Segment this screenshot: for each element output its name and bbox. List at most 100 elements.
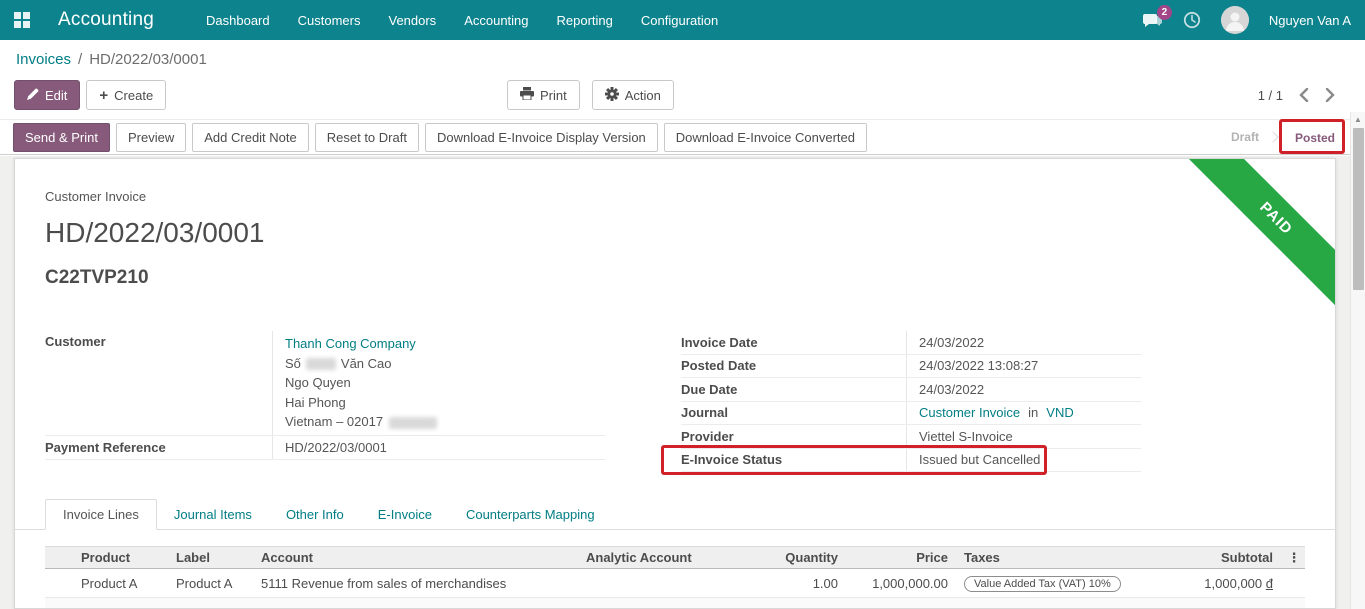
- create-button[interactable]: + Create: [86, 80, 166, 110]
- tax-tag: Value Added Tax (VAT) 10%: [964, 576, 1121, 592]
- statusbar: Send & Print Preview Add Credit Note Res…: [0, 119, 1365, 155]
- einvoice-status-value: Issued but Cancelled: [906, 449, 1141, 472]
- journal-currency-link[interactable]: VND: [1046, 405, 1073, 420]
- user-avatar[interactable]: [1221, 6, 1249, 34]
- customer-link[interactable]: Thanh Cong Company: [285, 336, 416, 351]
- messages-icon[interactable]: 2: [1141, 11, 1163, 29]
- posted-date-label: Posted Date: [681, 358, 906, 373]
- action-button[interactable]: Action: [592, 80, 674, 110]
- einvoice-status-label: E-Invoice Status: [681, 452, 906, 467]
- redaction-blur: [306, 358, 336, 370]
- pager-next-icon[interactable]: [1325, 88, 1335, 102]
- apps-menu-icon[interactable]: [14, 12, 30, 28]
- preview-button[interactable]: Preview: [116, 123, 186, 152]
- optional-columns-icon[interactable]: ⋮: [1283, 550, 1305, 566]
- invoice-date-value: 24/03/2022: [906, 331, 1141, 354]
- menu-vendors[interactable]: Vendors: [388, 13, 436, 28]
- invoice-lines-table: Product Label Account Analytic Account Q…: [45, 546, 1305, 608]
- customer-address-line4: Vietnam – 02017: [285, 414, 437, 429]
- customer-address-line2: Ngo Quyen: [285, 375, 351, 390]
- gear-icon: [605, 87, 619, 104]
- invoice-date-label: Invoice Date: [681, 335, 906, 350]
- column-header-subtotal[interactable]: Subtotal: [1148, 550, 1283, 565]
- pager: 1 / 1: [1258, 80, 1335, 110]
- user-name[interactable]: Nguyen Van A: [1269, 13, 1351, 28]
- table-row[interactable]: Product A Product A 5111 Revenue from sa…: [45, 569, 1305, 598]
- download-einvoice-display-button[interactable]: Download E-Invoice Display Version: [425, 123, 658, 152]
- tab-invoice-lines[interactable]: Invoice Lines: [45, 499, 157, 530]
- pager-value: 1 / 1: [1258, 88, 1283, 103]
- breadcrumb-invoices[interactable]: Invoices: [16, 51, 71, 68]
- menu-accounting[interactable]: Accounting: [464, 13, 528, 28]
- invoice-reference: C22TVP210: [45, 267, 149, 289]
- menu-reporting[interactable]: Reporting: [557, 13, 613, 28]
- menu-dashboard[interactable]: Dashboard: [206, 13, 270, 28]
- tab-counterparts-mapping[interactable]: Counterparts Mapping: [449, 500, 612, 529]
- column-header-price[interactable]: Price: [848, 550, 958, 565]
- vertical-scrollbar[interactable]: ▲: [1350, 112, 1365, 609]
- due-date-label: Due Date: [681, 382, 906, 397]
- app-title[interactable]: Accounting: [58, 9, 154, 31]
- cell-quantity: 1.00: [740, 576, 848, 591]
- plus-icon: +: [99, 87, 108, 104]
- journal-in-text: in: [1028, 405, 1038, 420]
- edit-button[interactable]: Edit: [14, 80, 80, 110]
- add-credit-note-button[interactable]: Add Credit Note: [192, 123, 309, 152]
- edit-button-label: Edit: [45, 88, 67, 103]
- action-button-label: Action: [625, 88, 661, 103]
- paid-ribbon: PAID: [1175, 159, 1335, 319]
- notebook-tabs: Invoice Lines Journal Items Other Info E…: [15, 498, 1335, 530]
- print-button-label: Print: [540, 88, 567, 103]
- pager-previous-icon[interactable]: [1299, 88, 1309, 102]
- tab-journal-items[interactable]: Journal Items: [157, 500, 269, 529]
- pencil-icon: [27, 88, 39, 103]
- tab-other-info[interactable]: Other Info: [269, 500, 361, 529]
- reset-to-draft-button[interactable]: Reset to Draft: [315, 123, 419, 152]
- state-draft[interactable]: Draft: [1231, 130, 1259, 144]
- download-einvoice-converted-button[interactable]: Download E-Invoice Converted: [664, 123, 867, 152]
- journal-link[interactable]: Customer Invoice: [919, 405, 1020, 420]
- cell-account: 5111 Revenue from sales of merchandises: [255, 576, 580, 591]
- provider-label: Provider: [681, 429, 906, 444]
- activities-clock-icon[interactable]: [1183, 11, 1201, 29]
- due-date-value: 24/03/2022: [906, 378, 1141, 401]
- send-print-button[interactable]: Send & Print: [13, 123, 110, 152]
- redaction-blur: [389, 417, 437, 429]
- invoice-type-label: Customer Invoice: [45, 189, 146, 204]
- payment-reference-label: Payment Reference: [45, 440, 272, 455]
- cell-price: 1,000,000.00: [848, 576, 958, 591]
- print-button[interactable]: Print: [507, 80, 580, 110]
- status-widget: Draft Posted: [1231, 120, 1339, 154]
- printer-icon: [520, 87, 534, 103]
- column-header-taxes[interactable]: Taxes: [958, 550, 1148, 565]
- breadcrumb-separator: /: [78, 51, 82, 68]
- invoice-number: HD/2022/03/0001: [45, 217, 265, 249]
- breadcrumb: Invoices / HD/2022/03/0001: [0, 40, 1351, 78]
- column-header-analytic-account[interactable]: Analytic Account: [580, 550, 740, 565]
- column-header-account[interactable]: Account: [255, 550, 580, 565]
- cell-taxes: Value Added Tax (VAT) 10%: [958, 575, 1148, 592]
- customer-address-line3: Hai Phong: [285, 395, 346, 410]
- menu-configuration[interactable]: Configuration: [641, 13, 718, 28]
- messages-badge: 2: [1157, 5, 1172, 20]
- field-group-right: Invoice Date 24/03/2022 Posted Date 24/0…: [681, 331, 1141, 472]
- column-header-label[interactable]: Label: [170, 550, 255, 565]
- column-header-quantity[interactable]: Quantity: [740, 550, 848, 565]
- cell-label: Product A: [170, 576, 255, 591]
- column-header-product[interactable]: Product: [75, 550, 170, 565]
- posted-date-value: 24/03/2022 13:08:27: [906, 355, 1141, 378]
- tab-e-invoice[interactable]: E-Invoice: [361, 500, 449, 529]
- payment-reference-value: HD/2022/03/0001: [272, 436, 605, 459]
- currency-symbol: đ: [1266, 576, 1273, 591]
- field-group-left: Customer Thanh Cong Company SốVăn Cao Ng…: [45, 331, 605, 460]
- state-posted[interactable]: Posted: [1295, 131, 1335, 145]
- customer-address-line1: SốVăn Cao: [285, 356, 392, 371]
- customer-field-label: Customer: [45, 331, 272, 435]
- table-footer-strip: [45, 598, 1305, 608]
- table-header-row: Product Label Account Analytic Account Q…: [45, 546, 1305, 569]
- menu-customers[interactable]: Customers: [298, 13, 361, 28]
- scrollbar-thumb[interactable]: [1353, 128, 1364, 290]
- scrollbar-up-icon[interactable]: ▲: [1351, 112, 1365, 127]
- cell-product: Product A: [75, 576, 170, 591]
- top-navbar: Accounting Dashboard Customers Vendors A…: [0, 0, 1365, 40]
